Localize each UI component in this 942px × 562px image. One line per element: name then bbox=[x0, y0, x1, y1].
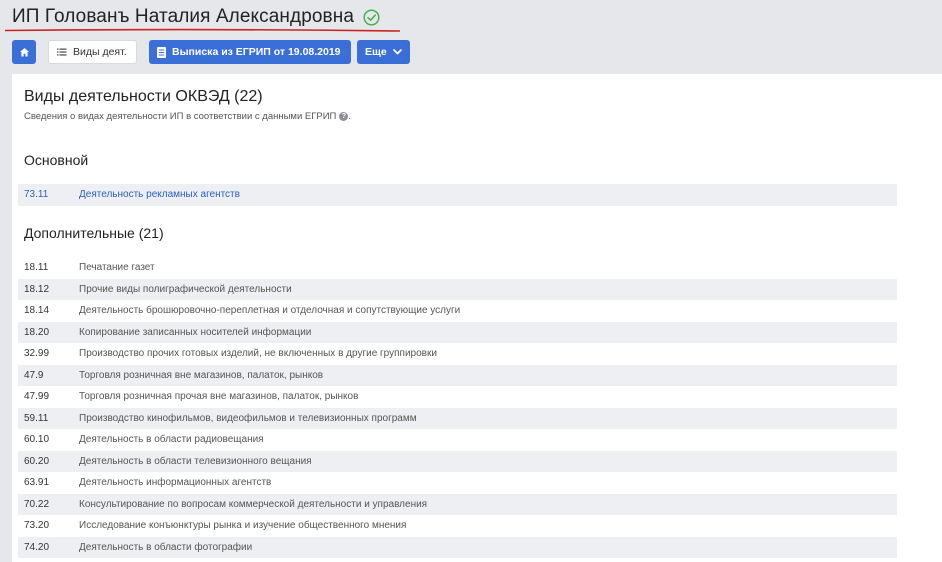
okved-name: Прочие виды полиграфической деятельности bbox=[79, 283, 292, 295]
activity-row: 18.11 Печатание газет bbox=[18, 257, 897, 279]
activity-row: 32.99 Производство прочих готовых изделий… bbox=[18, 343, 897, 365]
okved-code: 73.20 bbox=[24, 520, 50, 532]
main-activity-row[interactable]: 73.11 Деятельность рекламных агентств bbox=[18, 184, 897, 206]
okved-code: 70.22 bbox=[24, 498, 50, 510]
okved-name: Торговля розничная вне магазинов, палато… bbox=[79, 369, 324, 381]
activity-row: 60.20 Деятельность в области телевизионно… bbox=[18, 450, 897, 472]
okved-code: 18.11 bbox=[24, 262, 49, 274]
okved-name: Торговля розничная прочая вне магазинов,… bbox=[79, 391, 359, 403]
okved-name: Деятельность в области фотографии bbox=[79, 541, 253, 553]
okved-code: 59.11 bbox=[24, 412, 49, 424]
activity-row: 47.99 Торговля розничная прочая вне магаз… bbox=[18, 386, 897, 408]
okved-name: Деятельность информационных агентств bbox=[79, 477, 272, 489]
document-icon bbox=[157, 46, 166, 58]
page-header: ИП Голованъ Наталия Александровна Виды д… bbox=[0, 0, 942, 74]
activity-row: 18.14 Деятельность брошюровочно-переплетн… bbox=[18, 300, 897, 322]
okved-code: 18.14 bbox=[24, 305, 50, 317]
more-label: Еще bbox=[365, 46, 387, 58]
main-activity-heading: Основной bbox=[24, 152, 89, 168]
activities-panel: Виды деятельности ОКВЭД (22) Сведения о … bbox=[12, 74, 942, 562]
chevron-down-icon bbox=[392, 49, 402, 55]
activity-types-button[interactable]: Виды деят. bbox=[48, 40, 137, 64]
home-button[interactable] bbox=[12, 40, 36, 64]
main-activity-list: 73.11 Деятельность рекламных агентств bbox=[18, 184, 897, 206]
panel-subtitle-wrap: Сведения о видах деятельности ИП в соотв… bbox=[24, 111, 352, 122]
okved-name: Исследование конъюнктуры рынка и изучени… bbox=[79, 520, 407, 532]
okved-code[interactable]: 73.11 bbox=[18, 189, 79, 200]
okved-code: 18.20 bbox=[24, 326, 50, 338]
activity-row: 47.9 Торговля розничная вне магазинов, па… bbox=[18, 364, 897, 386]
okved-code: 60.10 bbox=[24, 434, 50, 446]
okved-name[interactable]: Деятельность рекламных агентств bbox=[79, 189, 897, 200]
panel-subtitle: Сведения о видах деятельности ИП в соотв… bbox=[24, 111, 337, 122]
check-circle-icon bbox=[363, 8, 380, 26]
okved-name: Деятельность в области радиовещания bbox=[79, 434, 264, 446]
activity-row: 74.20 Деятельность в области фотографии bbox=[18, 536, 897, 558]
activity-row: 59.11 Производство кинофильмов, видеофиль… bbox=[18, 407, 897, 429]
more-dropdown-button[interactable]: Еще bbox=[357, 40, 410, 64]
activity-row: 18.20 Копирование записанных носителей ин… bbox=[18, 321, 897, 343]
okved-code: 32.99 bbox=[24, 348, 50, 360]
extra-activities-heading: Дополнительные (21) bbox=[24, 225, 164, 241]
panel-title: Виды деятельности ОКВЭД (22) bbox=[24, 88, 263, 105]
okved-name: Производство кинофильмов, видеофильмов и… bbox=[79, 412, 417, 424]
home-icon bbox=[19, 47, 30, 58]
okved-name: Печатание газет bbox=[79, 262, 155, 274]
egrip-extract-button[interactable]: Выписка из ЕГРИП от 19.08.2019 bbox=[149, 40, 351, 64]
okved-name: Копирование записанных носителей информа… bbox=[79, 326, 312, 338]
okved-code: 74.20 bbox=[24, 541, 50, 553]
info-icon[interactable]: ? bbox=[339, 112, 349, 121]
okved-name: Консультирование по вопросам коммерческо… bbox=[79, 498, 428, 510]
extra-activities-list: 18.11 Печатание газет 18.12 Прочие виды пол… bbox=[18, 257, 897, 558]
activity-types-label: Виды деят. bbox=[73, 46, 127, 58]
okved-code: 18.12 bbox=[24, 283, 50, 295]
okved-name: Деятельность в области телевизионного ве… bbox=[79, 455, 312, 467]
egrip-extract-label: Выписка из ЕГРИП от 19.08.2019 bbox=[172, 46, 341, 58]
okved-name: Производство прочих готовых изделий, не … bbox=[79, 348, 437, 360]
title-wrap: ИП Голованъ Наталия Александровна bbox=[12, 6, 380, 28]
activity-row: 70.22 Консультирование по вопросам коммер… bbox=[18, 493, 897, 515]
page-title: ИП Голованъ Наталия Александровна bbox=[12, 6, 354, 27]
activity-row: 63.91 Деятельность информационных агентст… bbox=[18, 472, 897, 494]
okved-code: 47.9 bbox=[24, 369, 44, 381]
okved-code: 47.99 bbox=[24, 391, 50, 403]
title-underline bbox=[5, 28, 400, 32]
okved-code: 63.91 bbox=[24, 477, 50, 489]
activity-row: 60.10 Деятельность в области радиовещания bbox=[18, 429, 897, 451]
list-icon bbox=[57, 48, 67, 56]
activity-row: 73.20 Исследование конъюнктуры рынка и из… bbox=[18, 515, 897, 537]
activity-row: 18.12 Прочие виды полиграфической деятель… bbox=[18, 278, 897, 300]
okved-code: 60.20 bbox=[24, 455, 50, 467]
okved-name: Деятельность брошюровочно-переплетная и … bbox=[79, 305, 461, 317]
